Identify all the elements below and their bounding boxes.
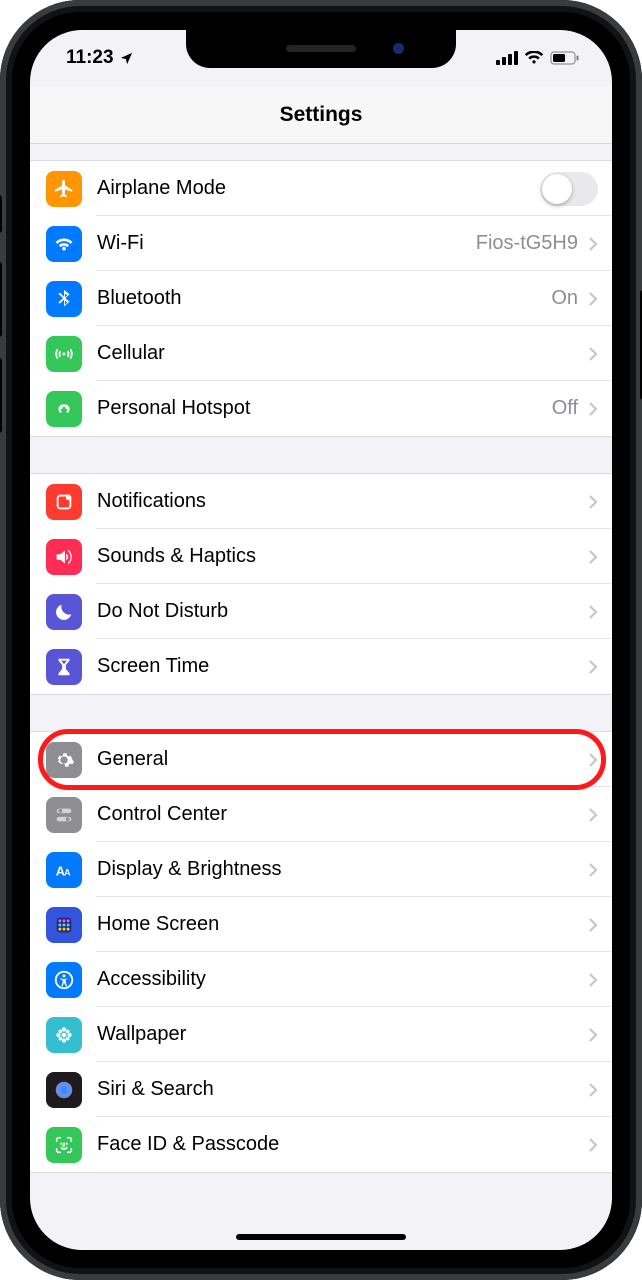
phone-frame: 11:23: [0, 0, 642, 1280]
location-arrow-icon: [119, 51, 134, 66]
row-label: Display & Brightness: [97, 858, 578, 881]
row-wifi[interactable]: Wi-Fi Fios-tG5H9: [30, 216, 612, 271]
row-label: Screen Time: [97, 655, 578, 678]
chevron-right-icon: [588, 549, 598, 565]
row-label: Accessibility: [97, 968, 578, 991]
cellular-signal-icon: [496, 51, 518, 65]
notifications-icon: [46, 484, 82, 520]
row-label: Face ID & Passcode: [97, 1133, 578, 1156]
chevron-right-icon: [588, 1137, 598, 1153]
row-label: Sounds & Haptics: [97, 545, 578, 568]
row-value: Off: [552, 397, 578, 420]
battery-icon: [550, 51, 580, 65]
row-do-not-disturb[interactable]: Do Not Disturb: [30, 584, 612, 639]
row-cellular[interactable]: Cellular: [30, 326, 612, 381]
chevron-right-icon: [588, 494, 598, 510]
row-label: Home Screen: [97, 913, 578, 936]
row-notifications[interactable]: Notifications: [30, 474, 612, 529]
sounds-icon: [46, 539, 82, 575]
row-value: On: [551, 287, 578, 310]
chevron-right-icon: [588, 807, 598, 823]
row-bluetooth[interactable]: Bluetooth On: [30, 271, 612, 326]
row-label: Personal Hotspot: [97, 397, 544, 420]
row-sounds-haptics[interactable]: Sounds & Haptics: [30, 529, 612, 584]
chevron-right-icon: [588, 752, 598, 768]
row-general[interactable]: General: [30, 732, 612, 787]
flower-icon: [46, 1017, 82, 1053]
row-label: Cellular: [97, 342, 578, 365]
row-screen-time[interactable]: Screen Time: [30, 639, 612, 694]
chevron-right-icon: [588, 917, 598, 933]
group-alerts: Notifications Sounds & Haptics Do Not Di…: [30, 473, 612, 695]
bluetooth-icon: [46, 281, 82, 317]
antenna-icon: [46, 336, 82, 372]
wifi-icon: [46, 226, 82, 262]
chevron-right-icon: [588, 659, 598, 675]
row-control-center[interactable]: Control Center: [30, 787, 612, 842]
row-faceid-passcode[interactable]: Face ID & Passcode: [30, 1117, 612, 1172]
row-label: Siri & Search: [97, 1078, 578, 1101]
nav-header: Settings: [30, 86, 612, 144]
group-connectivity: Airplane Mode Wi-Fi Fios-tG5H9 Bluetooth: [30, 160, 612, 437]
switches-icon: [46, 797, 82, 833]
textsize-icon: AA: [46, 852, 82, 888]
row-siri-search[interactable]: Siri & Search: [30, 1062, 612, 1117]
grid-icon: [46, 907, 82, 943]
row-accessibility[interactable]: Accessibility: [30, 952, 612, 1007]
chevron-right-icon: [588, 1027, 598, 1043]
row-label: Do Not Disturb: [97, 600, 578, 623]
group-device: General Control Center AA Display & Brig…: [30, 731, 612, 1173]
chevron-right-icon: [588, 972, 598, 988]
row-label: Bluetooth: [97, 287, 543, 310]
mute-switch: [0, 195, 2, 233]
status-time: 11:23: [66, 47, 114, 69]
gear-icon: [46, 742, 82, 778]
home-indicator[interactable]: [236, 1234, 406, 1240]
earpiece: [286, 45, 356, 52]
row-home-screen[interactable]: Home Screen: [30, 897, 612, 952]
wifi-icon: [524, 51, 544, 65]
settings-list[interactable]: Airplane Mode Wi-Fi Fios-tG5H9 Bluetooth: [30, 144, 612, 1250]
volume-down-button: [0, 358, 2, 433]
accessibility-icon: [46, 962, 82, 998]
chevron-right-icon: [588, 401, 598, 417]
notch: [186, 30, 456, 68]
page-title: Settings: [280, 103, 363, 127]
row-label: Notifications: [97, 490, 578, 513]
moon-icon: [46, 594, 82, 630]
airplane-toggle[interactable]: [540, 172, 598, 206]
volume-up-button: [0, 262, 2, 337]
screen: 11:23: [30, 30, 612, 1250]
svg-text:A: A: [64, 867, 71, 877]
row-personal-hotspot[interactable]: Personal Hotspot Off: [30, 381, 612, 436]
row-display-brightness[interactable]: AA Display & Brightness: [30, 842, 612, 897]
chevron-right-icon: [588, 346, 598, 362]
chevron-right-icon: [588, 862, 598, 878]
chevron-right-icon: [588, 604, 598, 620]
hourglass-icon: [46, 649, 82, 685]
airplane-icon: [46, 171, 82, 207]
row-label: Wi-Fi: [97, 232, 468, 255]
faceid-icon: [46, 1127, 82, 1163]
chevron-right-icon: [588, 236, 598, 252]
row-label: Wallpaper: [97, 1023, 578, 1046]
row-airplane-mode[interactable]: Airplane Mode: [30, 161, 612, 216]
row-wallpaper[interactable]: Wallpaper: [30, 1007, 612, 1062]
row-label: Control Center: [97, 803, 578, 826]
row-label: Airplane Mode: [97, 177, 540, 200]
row-value: Fios-tG5H9: [476, 232, 578, 255]
row-label: General: [97, 748, 578, 771]
chevron-right-icon: [588, 1082, 598, 1098]
front-camera: [393, 43, 404, 54]
hotspot-icon: [46, 391, 82, 427]
chevron-right-icon: [588, 291, 598, 307]
siri-icon: [46, 1072, 82, 1108]
